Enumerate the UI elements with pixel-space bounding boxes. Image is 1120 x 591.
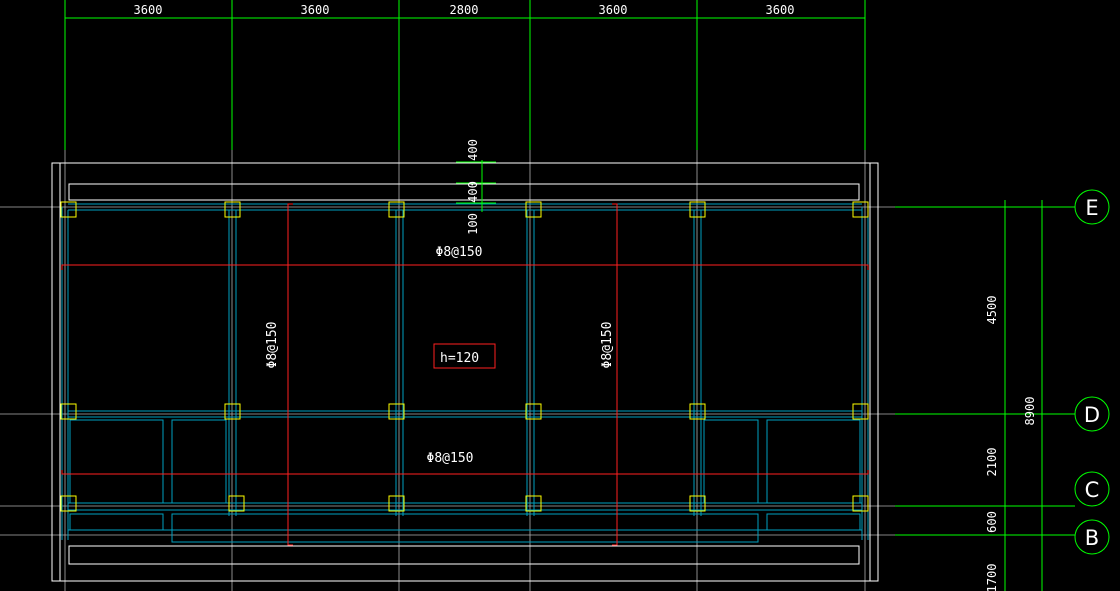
slab-dimension-text: 400	[466, 139, 480, 161]
axis-label-e: E	[1085, 196, 1098, 220]
slab-outline	[51, 162, 879, 582]
rebar-label-left: Φ8@150	[265, 322, 280, 369]
top-dimension-text: 2800	[450, 3, 479, 17]
rebar-left-vertical	[287, 203, 293, 546]
beam-panel	[69, 419, 164, 504]
top-dimension-text: 3600	[301, 3, 330, 17]
bottom-strip	[68, 545, 860, 565]
axis-bubbles[interactable]: E D C B	[1074, 189, 1110, 555]
right-dimension-text: 2100	[985, 448, 999, 477]
cad-drawing-canvas[interactable]: 3600 3600 2800 3600 3600 Φ8@150 Φ8@150 Φ…	[0, 0, 1120, 591]
inner-boundary	[59, 162, 871, 582]
axis-label-b: B	[1085, 526, 1099, 550]
axis-label-c: C	[1085, 478, 1100, 502]
vertical-axis-lines	[64, 150, 866, 591]
rebar-top-horizontal	[61, 264, 869, 270]
right-dimension-text: 600	[985, 511, 999, 533]
slab-dimension-text: 100	[466, 213, 480, 235]
rebar-right-vertical	[612, 203, 618, 546]
slab-dimension-text: 400	[466, 181, 480, 203]
rebar-label-right: Φ8@150	[600, 322, 615, 369]
top-dimension-text: 3600	[134, 3, 163, 17]
beam-panel	[69, 513, 164, 531]
slab-thickness-label: h=120	[440, 351, 479, 366]
beam-panel	[703, 419, 759, 504]
top-dimension-texts: 3600 3600 2800 3600 3600	[134, 3, 795, 17]
right-dimension-texts: 4500 2100 600 1700 8900	[985, 296, 1037, 591]
top-dimension-text: 3600	[599, 3, 628, 17]
rebar-labels: Φ8@150 Φ8@150 Φ8@150 Φ8@150 h=120	[265, 245, 615, 466]
outer-boundary	[51, 162, 879, 582]
slab-thickness-texts: 400 400 100	[466, 139, 480, 235]
right-dimension-text: 1700	[985, 564, 999, 591]
rebar-label-bottom: Φ8@150	[427, 451, 474, 466]
right-total-dimension-text: 8900	[1023, 397, 1037, 426]
rebar-bottom-horizontal	[61, 470, 869, 475]
top-dimension-chain	[64, 0, 866, 150]
top-strip	[68, 183, 860, 201]
horizontal-axis-lines	[0, 206, 1075, 536]
beam-panel	[766, 513, 861, 531]
beam-panel	[171, 419, 227, 504]
axis-label-d: D	[1084, 403, 1100, 427]
top-dimension-text: 3600	[766, 3, 795, 17]
beam-panel	[171, 513, 759, 543]
beam-panel	[766, 419, 861, 504]
rebar-label-top: Φ8@150	[436, 245, 483, 260]
right-dimension-text: 4500	[985, 296, 999, 325]
